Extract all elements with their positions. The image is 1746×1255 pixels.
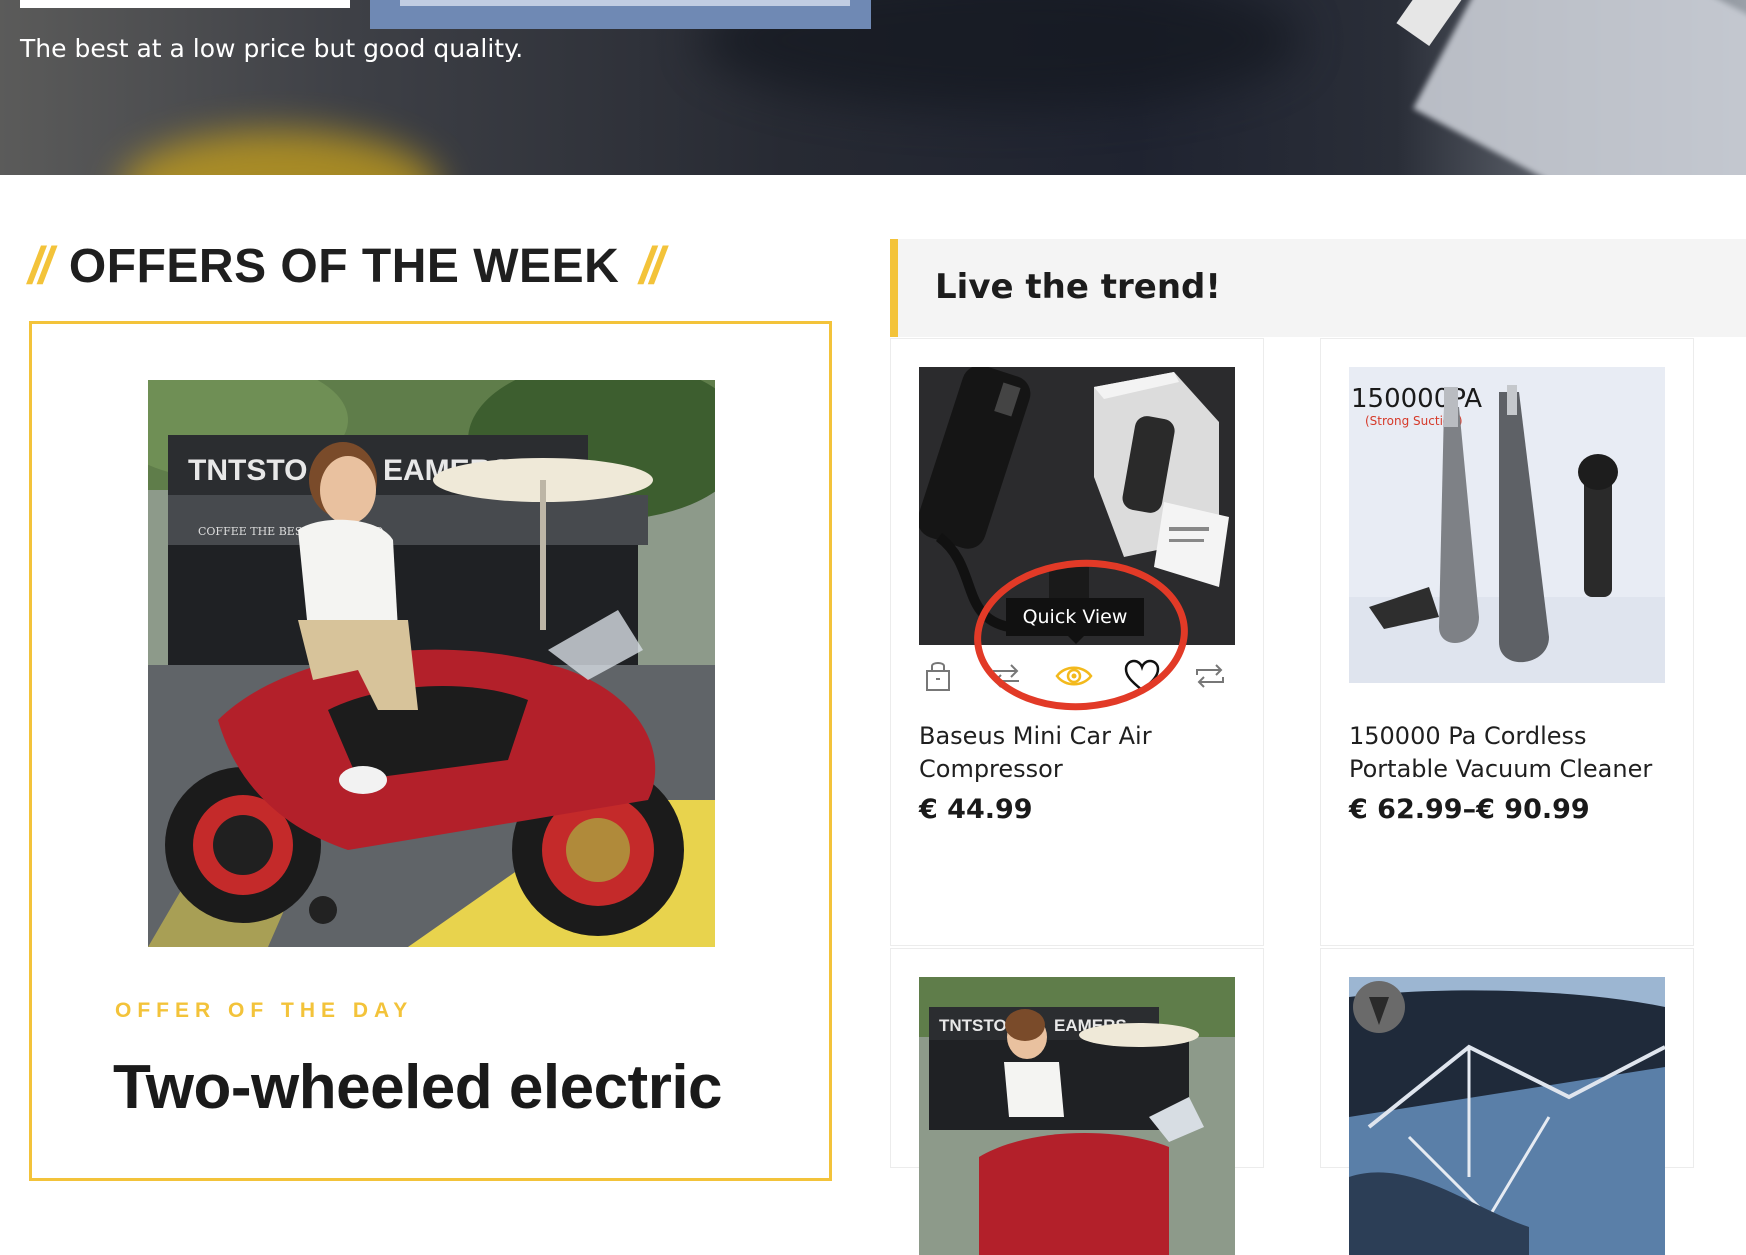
vacuum-cleaner-photo: 150000PA (Strong Suction) bbox=[1349, 367, 1665, 683]
product-image-sunshade-umbrella[interactable] bbox=[1349, 977, 1665, 1255]
svg-text:150000PA: 150000PA bbox=[1351, 384, 1482, 414]
hero-title-fragment bbox=[20, 0, 350, 8]
product-name[interactable]: Baseus Mini Car Air Compressor bbox=[919, 720, 1239, 786]
svg-text:TNTSTO: TNTSTO bbox=[188, 454, 307, 487]
offer-kicker: OFFER OF THE DAY bbox=[115, 999, 414, 1022]
product-price: € 44.99 bbox=[919, 794, 1033, 825]
heading-slashes-right: // bbox=[639, 237, 664, 295]
trend-heading: Live the trend! bbox=[935, 267, 1221, 307]
kid-motorbike-thumb: TNTSTO EAMERS bbox=[919, 977, 1235, 1255]
cart-icon bbox=[926, 662, 950, 691]
offer-product-image[interactable]: TNTSTO EAMERS COFFEE THE BEST WE CAN DO bbox=[148, 380, 715, 947]
product-card-vacuum-cleaner: 150000PA (Strong Suction) 150000 Pa Cord… bbox=[1320, 338, 1694, 946]
hero-subtitle: The best at a low price but good quality… bbox=[20, 34, 524, 63]
umbrella-photo bbox=[1349, 977, 1665, 1255]
trend-header: Live the trend! bbox=[890, 239, 1746, 337]
product-image-motorbike[interactable]: TNTSTO EAMERS bbox=[919, 977, 1235, 1255]
offer-title[interactable]: Two-wheeled electric bbox=[113, 1052, 723, 1123]
heading-slashes-left: // bbox=[28, 237, 53, 295]
offers-heading-text: OFFERS OF THE WEEK bbox=[68, 239, 620, 293]
repeat-button[interactable] bbox=[1191, 657, 1229, 695]
repeat-icon bbox=[1196, 664, 1224, 688]
svg-text:TNTSTO: TNTSTO bbox=[939, 1016, 1007, 1035]
hero-title-fragment-2 bbox=[400, 0, 850, 6]
product-card-motorbike: TNTSTO EAMERS bbox=[890, 948, 1264, 1255]
product-price: € 62.99–€ 90.99 bbox=[1349, 794, 1590, 825]
hero-glow bbox=[120, 130, 440, 175]
product-card-sunshade-umbrella bbox=[1320, 948, 1694, 1255]
hero-banner: The best at a low price but good quality… bbox=[0, 0, 1746, 175]
offers-heading: // OFFERS OF THE WEEK // bbox=[28, 236, 664, 296]
add-to-cart-button[interactable] bbox=[919, 657, 957, 695]
hero-metal-part bbox=[1412, 0, 1746, 175]
kid-motorbike-photo: TNTSTO EAMERS COFFEE THE BEST WE CAN DO bbox=[148, 380, 715, 947]
product-name[interactable]: 150000 Pa Cordless Portable Vacuum Clean… bbox=[1349, 720, 1669, 786]
product-image-vacuum-cleaner[interactable]: 150000PA (Strong Suction) bbox=[1349, 367, 1665, 683]
